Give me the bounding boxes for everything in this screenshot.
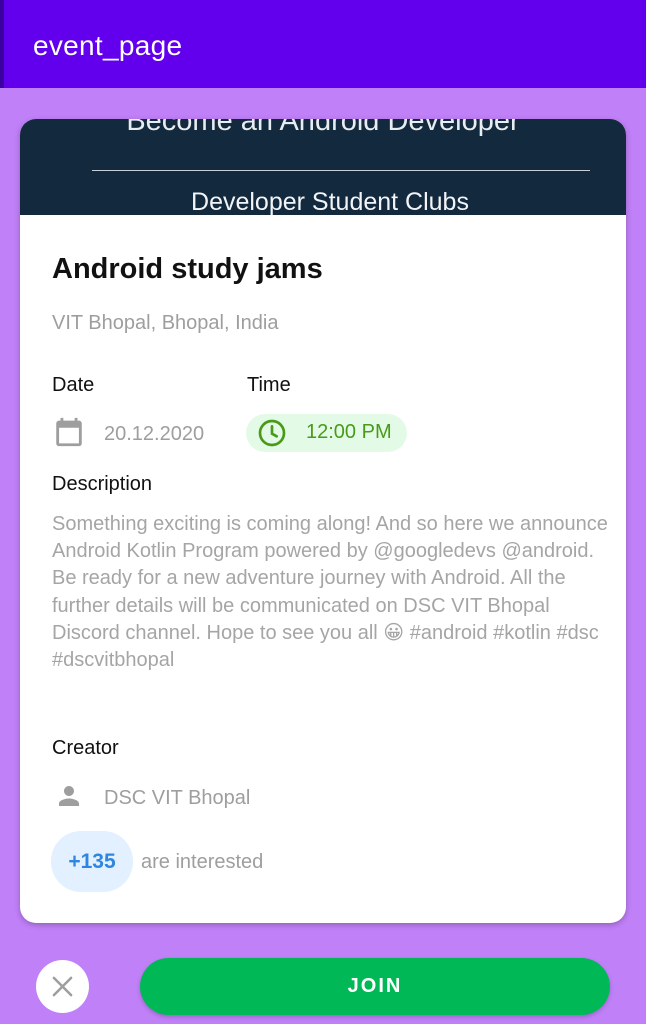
banner-subtitle: Developer Student Clubs [191,188,469,215]
event-title: Android study jams [52,253,323,285]
calendar-icon [56,417,82,447]
interested-text: are interested [141,851,264,873]
event-banner: Become an Android Developer Developer St… [20,119,626,215]
time-chip: 12:00 PM [246,414,407,452]
event-time: 12:00 PM [306,421,392,443]
close-button[interactable] [36,960,89,1013]
date-label: Date [52,374,95,396]
app-title: event_page [33,30,183,61]
banner-headline: Become an Android Developer [126,119,520,137]
event-location: VIT Bhopal, Bhopal, India [52,312,279,334]
event-description: Something exciting is coming along! And … [52,513,608,672]
join-button[interactable]: JOIN [140,958,610,1015]
banner-divider [92,170,590,171]
person-icon [59,786,79,806]
event-card: Become an Android Developer Developer St… [20,119,626,923]
clock-icon [258,419,286,447]
close-icon [52,976,73,997]
time-label: Time [247,374,291,396]
creator-label: Creator [52,737,119,759]
app-bar: event_page [0,0,646,88]
event-date: 20.12.2020 [104,423,205,445]
interested-count-badge: +135 [51,831,133,892]
event-creator: DSC VIT Bhopal [104,787,251,809]
description-label: Description [52,473,153,495]
